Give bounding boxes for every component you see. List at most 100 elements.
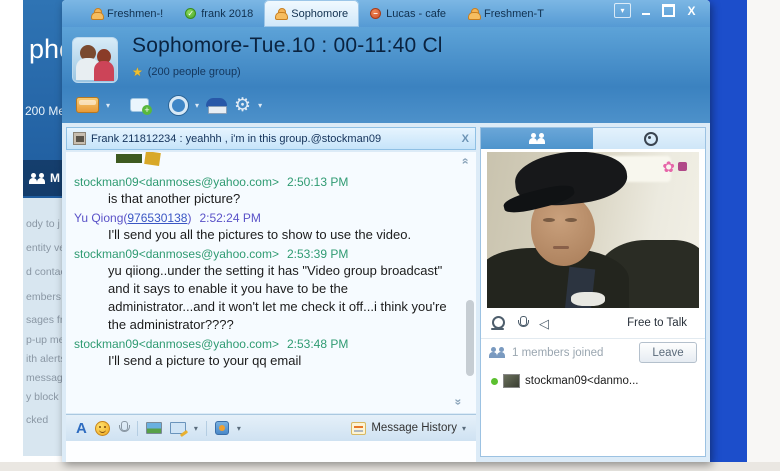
camera-toggle-icon[interactable] <box>491 316 506 330</box>
effect-icon[interactable] <box>678 162 687 171</box>
tab-freshmen-t[interactable]: Freshmen-T <box>457 0 555 27</box>
tab-label: Lucas - cafe <box>386 8 446 20</box>
scroll-bottom-chevron-icon[interactable]: » <box>452 399 466 406</box>
mention-notification-bar[interactable]: Frank 211812234 : yeahhh , i'm in this g… <box>66 127 476 150</box>
video-panel: ✿ ◁ Free to Talk 1 members joined Leave <box>480 127 706 457</box>
message-text: I'll send you all the pictures to show t… <box>74 226 458 244</box>
leave-button[interactable]: Leave <box>639 342 697 363</box>
panel-tabs <box>481 128 705 149</box>
divider <box>137 421 138 436</box>
chevron-down-icon[interactable]: ▾ <box>258 101 262 110</box>
message-text: yu qiiong..under the setting it has "Vid… <box>74 262 458 280</box>
maximize-button[interactable] <box>660 3 677 18</box>
nudge-icon[interactable] <box>215 421 229 435</box>
microphone-toggle-icon[interactable] <box>517 316 528 331</box>
image-remnant-block <box>144 152 161 166</box>
font-style-icon[interactable]: A <box>76 421 87 436</box>
close-icon[interactable]: X <box>462 133 469 145</box>
tab-lucas-cafe[interactable]: – Lucas - cafe <box>359 0 457 27</box>
message-text: I'll send a picture to your qq email <box>74 352 458 370</box>
group-subtitle-row: ★ (200 people group) <box>132 65 241 79</box>
call-status-label: Free to Talk <box>627 317 695 329</box>
window-menu-button[interactable]: ▾ <box>614 3 631 18</box>
background-window-members-fragment: 200 Me <box>25 104 65 118</box>
star-icon: ★ <box>132 65 143 79</box>
message-time: 2:53:48 PM <box>287 337 348 351</box>
tab-label: Freshmen-T <box>484 8 544 20</box>
voice-message-icon[interactable] <box>118 421 129 436</box>
image-remnant-block <box>116 154 142 163</box>
webcam-video-feed: ✿ <box>487 152 699 308</box>
members-joined-label: 1 members joined <box>512 347 603 359</box>
chat-tab-bar: Freshmen-! ✓ frank 2018 Sophomore – Luca… <box>62 0 710 27</box>
share-folder-icon[interactable] <box>76 97 99 113</box>
notification-avatar <box>73 132 86 145</box>
window-controls: ▾ X <box>614 3 700 18</box>
message-time: 2:52:24 PM <box>199 211 260 225</box>
message-sender-suffix: ) <box>187 211 191 225</box>
group-title: Sophomore-Tue.10 : 00-11:40 Cl <box>132 34 443 58</box>
send-image-icon[interactable] <box>146 422 162 434</box>
message-time: 2:53:39 PM <box>287 247 348 261</box>
close-button[interactable]: X <box>683 3 700 18</box>
divider <box>206 421 207 436</box>
settings-fragment: ith alerts <box>26 353 66 365</box>
tab-freshmen-1[interactable]: Freshmen-! <box>80 0 174 27</box>
chat-content: Frank 211812234 : yeahhh , i'm in this g… <box>62 123 710 462</box>
tab-sophomore[interactable]: Sophomore <box>264 0 359 27</box>
avatar-figure <box>94 61 114 81</box>
video-subject-collar <box>571 292 605 306</box>
minimize-button[interactable] <box>637 3 654 18</box>
message-list: stockman09<danmoses@yahoo.com>2:50:13 PM… <box>74 172 458 370</box>
collapse-chevron-icon[interactable]: » <box>458 158 472 165</box>
screen-bottom-strip <box>0 462 780 471</box>
message-history-area: » stockman09<danmoses@yahoo.com>2:50:13 … <box>66 152 476 413</box>
emoticon-icon[interactable] <box>95 421 110 436</box>
flower-effect-icon[interactable]: ✿ <box>662 158 675 176</box>
composer-toolbar: A ▾ ▾ Message History ▾ <box>66 414 476 441</box>
video-call-icon[interactable] <box>169 96 188 115</box>
speaker-toggle-icon[interactable]: ◁ <box>539 317 549 330</box>
message: stockman09<danmoses@yahoo.com>2:53:48 PM… <box>74 337 458 370</box>
chevron-down-icon[interactable]: ▾ <box>194 424 198 433</box>
settings-fragment: ody to j <box>26 218 60 230</box>
chevron-down-icon[interactable]: ▾ <box>237 424 241 433</box>
group-admin-icon[interactable] <box>206 98 227 113</box>
group-avatar[interactable] <box>72 37 118 83</box>
desktop-background <box>706 0 747 463</box>
message-history-label: Message History <box>371 422 457 434</box>
call-controls: ◁ Free to Talk <box>481 310 705 336</box>
chevron-down-icon[interactable]: ▾ <box>106 101 110 110</box>
scrollbar-thumb[interactable] <box>466 300 474 376</box>
chevron-down-icon: ▾ <box>462 424 466 433</box>
message-add-icon[interactable] <box>130 98 149 112</box>
notification-text: Frank 211812234 : yeahhh , i'm in this g… <box>91 133 381 145</box>
screenshot-icon[interactable] <box>170 422 186 434</box>
qq-number-link[interactable]: 976530138 <box>127 211 187 225</box>
desktop-edge <box>747 0 780 463</box>
tab-members[interactable] <box>481 128 593 149</box>
member-video-thumbnail <box>503 374 520 388</box>
gear-icon[interactable]: ⚙ <box>234 96 251 115</box>
chevron-down-icon[interactable]: ▾ <box>195 101 199 110</box>
tab-video[interactable] <box>593 128 705 149</box>
qq-chat-window: Freshmen-! ✓ frank 2018 Sophomore – Luca… <box>62 0 710 462</box>
settings-fragment: cked <box>26 414 48 426</box>
person-icon <box>91 8 102 20</box>
message-input[interactable] <box>66 441 476 462</box>
message-sender: stockman09<danmoses@yahoo.com> <box>74 247 279 261</box>
tab-label: frank 2018 <box>201 8 253 20</box>
tab-frank-2018[interactable]: ✓ frank 2018 <box>174 0 264 27</box>
webcam-icon <box>643 132 656 145</box>
people-icon <box>489 347 506 358</box>
history-icon <box>351 422 366 435</box>
message-text: and it says to enable it you have to be … <box>74 280 458 334</box>
screen: pho 200 Me M ody to j entity ve d contac… <box>0 0 780 471</box>
settings-fragment: p-up me <box>26 334 65 346</box>
member-list-item[interactable]: stockman09<danmo... <box>481 370 705 392</box>
message: stockman09<danmoses@yahoo.com> 2:53:39 PM… <box>74 247 458 334</box>
settings-fragment: sages fr <box>26 314 63 326</box>
settings-fragment: d contac <box>26 266 66 278</box>
settings-fragment: entity ve <box>26 242 65 254</box>
message-history-button[interactable]: Message History ▾ <box>351 422 466 435</box>
